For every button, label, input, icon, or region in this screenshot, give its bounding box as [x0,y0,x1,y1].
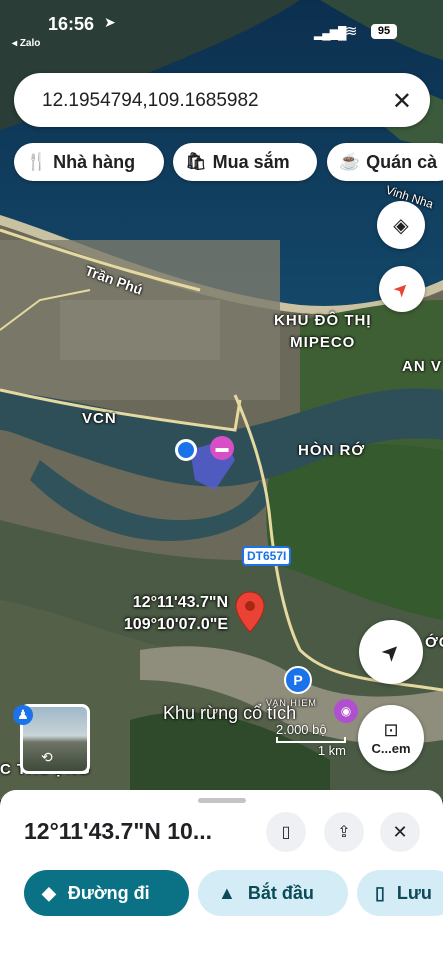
share-button[interactable]: ⇪ [324,812,364,852]
save-button[interactable]: ▯ Lưu [357,870,443,916]
status-time: 16:56 [48,14,95,34]
directions-button[interactable]: ◆ Đường đi [24,870,189,916]
chip-label: Quán cà [366,151,438,172]
restaurant-icon: 🍴 [26,152,48,171]
pegman-icon[interactable]: ♟ [13,705,33,725]
area-label-vcn: VCN [82,410,117,427]
share-icon: ⇪ [337,824,351,841]
directions-label: Đường đi [67,882,150,903]
wifi-icon: ≋ [345,23,358,40]
start-button[interactable]: ▲ Bắt đầu [198,870,348,916]
lens-camera-button[interactable]: ⊡ C...em [358,705,424,771]
compass-button[interactable]: ➤ [379,266,425,312]
battery-indicator: 95 [371,24,397,39]
route-shield: DT657I [242,546,292,566]
place-title: 12°11'43.7"N 10... [24,818,212,844]
district-label: KHU ĐÔ THỊ MIPECO [274,310,372,354]
shopping-bag-icon: 🛍 [185,152,207,171]
area-label-hon-ro: HÒN RỚ [298,442,366,459]
chip-coffee[interactable]: ☕ Quán cà [327,143,443,181]
scale-bar: 2.000 bộ 1 km [276,722,346,758]
chip-label: Nhà hàng [53,151,136,172]
bookmark-icon: ▯ [281,824,291,841]
save-bookmark-button[interactable]: ▯ [266,812,306,852]
hotel-poi-icon[interactable]: ▬ [210,436,234,460]
layers-button[interactable]: ◈ [377,201,425,249]
navigation-start-icon: ▲ [218,882,236,903]
area-label-oc: ỚC [425,634,443,651]
dropped-pin-icon[interactable] [234,590,266,634]
pin-latitude: 12°11'43.7"N [132,594,228,611]
back-to-app-link[interactable]: ◂ Zalo [12,38,40,49]
navigation-arrow-icon: ➤ [375,636,407,668]
parking-poi-icon[interactable]: P [284,666,312,694]
coffee-icon: ☕ [339,152,361,171]
directions-icon: ◆ [42,882,56,903]
photo-poi-icon[interactable]: ◉ [334,699,358,723]
district-text: KHU ĐÔ THỊ MIPECO [274,312,372,351]
clear-search-icon[interactable]: ✕ [392,87,412,116]
camera-search-icon: ⊡ [383,720,399,740]
chip-label: Mua sắm [212,151,290,172]
current-location-dot [175,439,197,461]
scale-bottom-label: 1 km [317,743,346,758]
pin-coordinates: 12°11'43.7"N 109°10'07.0"E [100,592,228,636]
status-bar: 16:56 ➤ ◂ Zalo ▂▄▆█ ≋ 95 [0,0,443,52]
camera-label: C...em [371,741,411,756]
park-label: Khu rừng cổ tích [163,703,297,723]
compass-icon: ➤ [389,276,415,302]
close-icon: ✕ [392,821,408,842]
start-label: Bắt đầu [247,882,314,903]
place-sheet[interactable]: 12°11'43.7"N 10... ▯ ⇪ ✕ ◆ Đường đi ▲ Bắ… [0,790,443,960]
scale-top-label: 2.000 bộ [276,722,327,737]
layers-icon: ◈ [393,214,409,237]
back-app-label: Zalo [19,38,41,49]
save-label: Lưu [396,882,432,903]
sheet-drag-handle[interactable] [198,798,246,803]
chip-shopping[interactable]: 🛍 Mua sắm [173,143,317,181]
pin-longitude: 109°10'07.0"E [123,616,228,633]
location-arrow-icon: ➤ [104,14,116,30]
area-label-an-v: AN V [402,358,442,375]
search-query[interactable]: 12.1954794,109.1685982 [42,90,259,112]
search-bar[interactable]: 12.1954794,109.1685982 ✕ [14,73,430,127]
signal-icon: ▂▄▆█ [314,26,346,40]
chip-restaurants[interactable]: 🍴 Nhà hàng [14,143,164,181]
my-location-button[interactable]: ➤ [359,620,423,684]
bookmark-icon: ▯ [375,882,385,903]
close-button[interactable]: ✕ [380,812,420,852]
street-view-rotate-icon: ⟲ [41,749,53,765]
